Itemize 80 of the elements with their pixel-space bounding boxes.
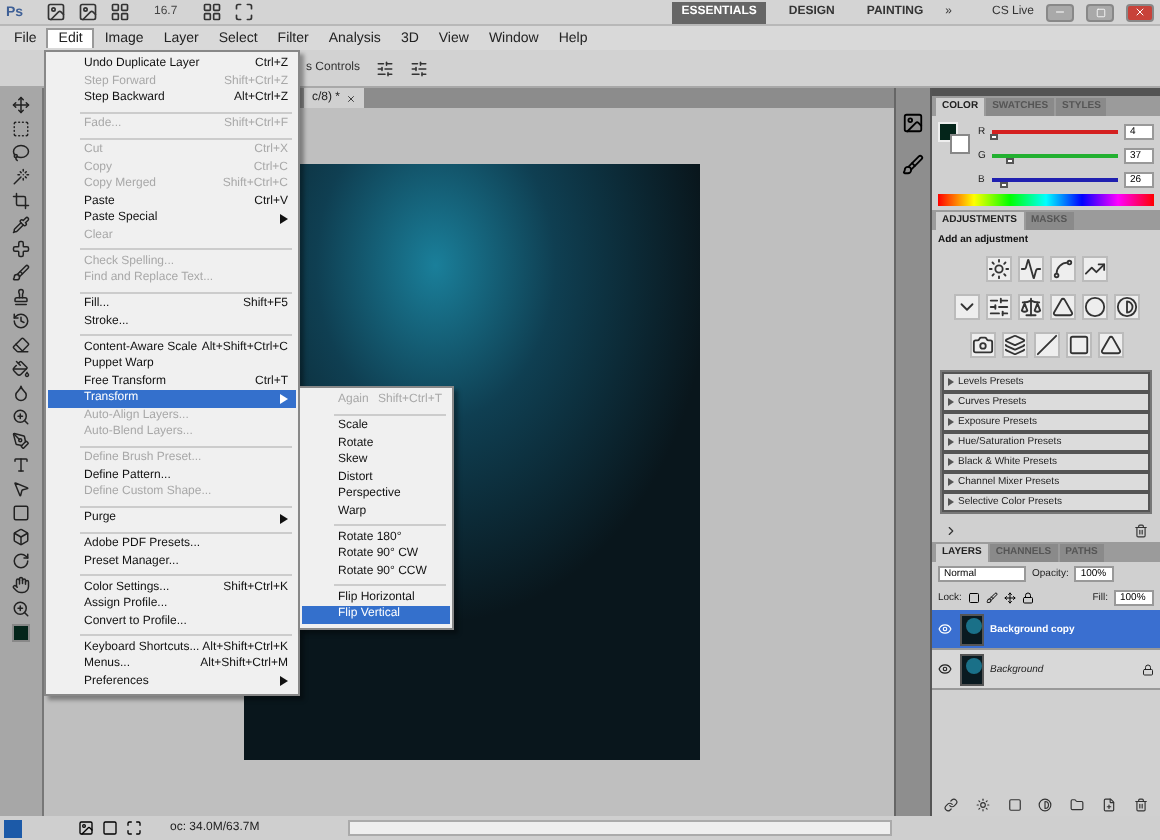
camera-icon[interactable]	[971, 334, 993, 356]
maximize-icon	[1095, 7, 1105, 17]
move-icon[interactable]	[12, 96, 30, 114]
lock-move-icon[interactable]	[1003, 592, 1016, 604]
close-icon	[1134, 6, 1146, 18]
eraser-icon[interactable]	[12, 336, 30, 354]
expand-icon	[948, 458, 954, 466]
expand-icon	[948, 438, 954, 446]
marquee-icon[interactable]	[12, 120, 30, 138]
sun-icon[interactable]	[987, 258, 1009, 280]
lock-icon[interactable]	[1021, 592, 1034, 604]
hand-icon[interactable]	[12, 576, 30, 594]
minimize-icon	[1054, 6, 1066, 18]
fullscreen-icon[interactable]	[126, 820, 142, 836]
rectangle-icon[interactable]	[12, 504, 30, 522]
droplet-icon[interactable]	[12, 384, 30, 402]
caret-icon	[280, 676, 288, 687]
arrange-icon[interactable]	[201, 2, 222, 22]
square-icon[interactable]	[1067, 334, 1089, 356]
sliders-icon[interactable]	[987, 296, 1009, 318]
layer-thumbnail	[960, 613, 984, 645]
slider-thumb[interactable]	[990, 134, 998, 140]
lock-brush-icon[interactable]	[985, 592, 998, 604]
new-layer-icon[interactable]	[1102, 798, 1117, 812]
zoom-icon[interactable]	[12, 600, 30, 618]
expand-icon	[948, 378, 954, 386]
close-button[interactable]	[1126, 3, 1154, 21]
history-icon[interactable]	[12, 312, 30, 330]
back-icon[interactable]	[944, 524, 958, 538]
brush-icon[interactable]	[12, 264, 30, 282]
image-icon[interactable]	[78, 820, 94, 836]
lasso-icon[interactable]	[12, 144, 30, 162]
layers-icon[interactable]	[1003, 334, 1025, 356]
link-icon[interactable]	[944, 798, 958, 812]
paint-bucket-icon[interactable]	[12, 360, 30, 378]
image-icon[interactable]	[46, 2, 66, 22]
expand-icon	[948, 478, 954, 486]
taskbar-icon[interactable]	[4, 819, 22, 837]
lock-pixels-icon[interactable]	[967, 592, 980, 604]
trash-icon[interactable]	[1134, 524, 1148, 538]
caret-icon	[280, 213, 288, 224]
image-icon[interactable]	[78, 2, 98, 22]
wand-icon[interactable]	[12, 168, 30, 186]
triangle-icon[interactable]	[1099, 334, 1121, 356]
expand-icon	[948, 418, 954, 426]
eyedropper-icon[interactable]	[12, 216, 30, 234]
brush-panel-icon[interactable]	[902, 154, 924, 176]
expand-icon	[948, 498, 954, 506]
background-swatch[interactable]	[950, 134, 970, 154]
caret-icon	[280, 513, 288, 524]
crop-icon[interactable]	[12, 192, 30, 210]
folder-icon[interactable]	[1070, 798, 1085, 812]
curve-icon[interactable]	[1051, 258, 1073, 280]
spectrum-bar[interactable]	[938, 194, 1154, 206]
balance-icon[interactable]	[1019, 296, 1041, 318]
expand-icon	[948, 398, 954, 406]
caret-icon	[280, 393, 288, 404]
trash-icon[interactable]	[1133, 798, 1148, 812]
pointer-icon[interactable]	[12, 480, 30, 498]
slider-thumb[interactable]	[1000, 182, 1009, 188]
pen-icon[interactable]	[12, 432, 30, 450]
slider-thumb[interactable]	[1006, 158, 1015, 164]
eye-icon[interactable]	[938, 662, 952, 676]
stamp-icon[interactable]	[12, 288, 30, 306]
grid-icon[interactable]	[110, 2, 130, 22]
window-icon[interactable]	[102, 820, 118, 836]
triangle-icon[interactable]	[1051, 296, 1073, 318]
cube-icon[interactable]	[12, 528, 30, 546]
maximize-button[interactable]	[1086, 3, 1114, 21]
slash-icon[interactable]	[1035, 334, 1057, 356]
scroll-bar[interactable]	[347, 820, 892, 836]
screen-mode-icon[interactable]	[233, 2, 254, 22]
adjustment-icon[interactable]	[1038, 798, 1053, 812]
foreground-swatch[interactable]	[12, 624, 30, 642]
circle-icon[interactable]	[1083, 296, 1105, 318]
layer-thumbnail	[960, 653, 984, 685]
type-icon[interactable]	[12, 456, 30, 474]
contrast-icon[interactable]	[1115, 296, 1137, 318]
lock-icon	[1142, 663, 1154, 675]
rotate-icon[interactable]	[12, 552, 30, 570]
